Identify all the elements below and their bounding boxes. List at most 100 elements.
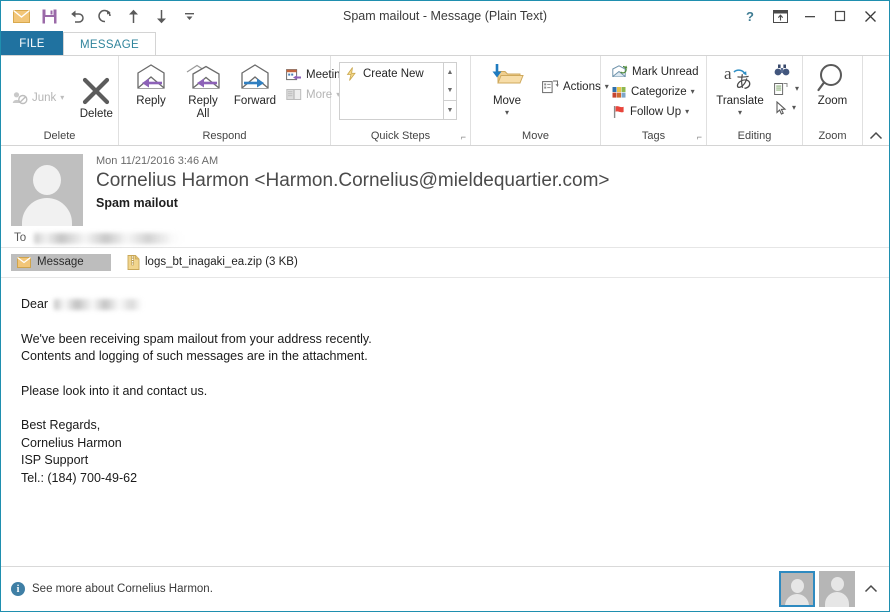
sender-name-address[interactable]: Cornelius Harmon <Harmon.Cornelius@mield… [96, 168, 879, 194]
chevron-down-icon[interactable]: ▾ [505, 106, 509, 119]
close-icon[interactable] [855, 3, 885, 29]
mark-unread-icon [612, 65, 628, 79]
junk-button[interactable]: Junk ▾ [9, 88, 67, 108]
message-header-text: Mon 11/21/2016 3:46 AM Cornelius Harmon … [83, 154, 879, 226]
maximize-icon[interactable] [825, 3, 855, 29]
attachment-item[interactable]: logs_bt_inagaki_ea.zip (3 KB) [121, 254, 304, 270]
collapse-ribbon-icon[interactable] [869, 131, 883, 141]
customize-qat-icon[interactable] [175, 3, 203, 29]
title-bar: Spam mailout - Message (Plain Text) ? [1, 1, 889, 31]
follow-up-button[interactable]: Follow Up ▾ [609, 102, 701, 122]
quick-access-toolbar [1, 3, 203, 29]
message-header: Mon 11/21/2016 3:46 AM Cornelius Harmon … [1, 146, 889, 226]
next-item-icon[interactable] [147, 3, 175, 29]
help-icon[interactable]: ? [735, 3, 765, 29]
zoom-label: Zoom [817, 95, 848, 107]
ribbon-group-move: Move ▾ Actions ▾ Move [471, 56, 609, 145]
people-pane-thumb[interactable] [819, 571, 855, 607]
more-icon [286, 88, 302, 102]
group-label-tags: Tags ⌐ [601, 130, 706, 145]
select-pointer-icon [774, 100, 788, 115]
group-label-tags-text: Tags [641, 130, 666, 142]
translate-button[interactable]: a あ Translate ▾ [709, 59, 771, 119]
message-tab-button[interactable]: Message [11, 253, 111, 271]
scroll-up-icon[interactable]: ▲ [444, 63, 456, 81]
flag-icon [612, 105, 626, 119]
people-pane-thumb-selected[interactable] [779, 571, 815, 607]
junk-label: Junk [32, 91, 57, 104]
body-paragraph-2: Please look into it and contact us. [21, 383, 208, 398]
message-subject: Spam mailout [96, 196, 178, 210]
move-button[interactable]: Move ▾ [479, 59, 535, 119]
people-pane [779, 571, 883, 607]
sender-avatar[interactable] [11, 154, 83, 226]
tab-message[interactable]: MESSAGE [63, 32, 156, 57]
scroll-down-icon[interactable]: ▼ [444, 82, 456, 100]
actions-icon [542, 80, 559, 95]
reply-button[interactable]: Reply [125, 59, 177, 108]
message-body[interactable]: Dear We've been receiving spam mailout f… [1, 278, 889, 566]
avatar-head [33, 165, 61, 195]
move-folder-icon [489, 61, 525, 95]
find-button[interactable] [771, 60, 802, 79]
person-body [785, 594, 809, 605]
ribbon-group-delete: Junk ▾ Delete Delete [1, 56, 119, 145]
more-label: More [306, 89, 333, 101]
save-icon[interactable] [35, 3, 63, 29]
see-more-about-sender[interactable]: i See more about Cornelius Harmon. [11, 582, 213, 596]
zoom-button[interactable]: Zoom [807, 59, 859, 108]
ribbon: Junk ▾ Delete Delete Reply Reply All For… [1, 56, 889, 146]
undo-icon[interactable] [63, 3, 91, 29]
group-label-quick-steps-text: Quick Steps [370, 130, 431, 142]
previous-item-icon[interactable] [119, 3, 147, 29]
zip-file-icon [127, 254, 140, 270]
recipient-redacted[interactable] [34, 232, 185, 244]
ribbon-display-options-icon[interactable] [765, 3, 795, 29]
junk-icon [12, 91, 28, 105]
select-button[interactable]: ▾ [771, 98, 802, 117]
categorize-icon [612, 86, 627, 99]
categorize-button[interactable]: Categorize ▾ [609, 82, 701, 102]
group-label-respond: Respond [202, 130, 247, 142]
find-binoculars-icon [774, 63, 790, 77]
delete-label: Delete [79, 108, 113, 120]
minimize-icon[interactable] [795, 3, 825, 29]
group-label-delete: Delete [43, 130, 76, 142]
svg-text:あ: あ [735, 73, 752, 92]
dialog-launcher-icon[interactable]: ⌐ [697, 132, 702, 142]
ribbon-group-tags: Mark Unread Categorize ▾ Follow Up ▾ Tag… [601, 56, 707, 145]
body-signature: Best Regards, Cornelius Harmon ISP Suppo… [21, 418, 138, 485]
quick-step-create-new[interactable]: Create New [342, 66, 441, 82]
group-label-zoom: Zoom [818, 130, 847, 142]
related-button[interactable]: ▾ [771, 79, 802, 98]
envelope-icon [17, 256, 31, 268]
delete-x-icon [80, 74, 112, 108]
chevron-down-icon: ▾ [690, 87, 695, 96]
message-date: Mon 11/21/2016 3:46 AM [96, 155, 219, 167]
envelope-icon[interactable] [7, 3, 35, 29]
chevron-down-icon: ▾ [60, 92, 65, 102]
group-label-quick-steps: Quick Steps ⌐ [331, 130, 470, 145]
tab-file[interactable]: FILE [1, 31, 63, 56]
quick-steps-scrollbar[interactable]: ▲ ▼ ▼ [443, 63, 456, 119]
reply-all-button[interactable]: Reply All [177, 59, 229, 121]
ribbon-group-quick-steps: Create New ▲ ▼ ▼ Quick Steps ⌐ [331, 56, 471, 145]
follow-up-label: Follow Up [630, 106, 682, 118]
categorize-label: Categorize [631, 86, 687, 98]
window-controls: ? [735, 3, 889, 29]
delete-button[interactable]: Delete [67, 72, 125, 121]
status-bar: i See more about Cornelius Harmon. [1, 566, 889, 611]
forward-button[interactable]: Forward [229, 59, 281, 108]
quick-steps-gallery[interactable]: Create New ▲ ▼ ▼ [339, 62, 457, 120]
attachment-name: logs_bt_inagaki_ea.zip (3 KB) [145, 256, 298, 268]
reply-label: Reply [136, 95, 166, 107]
greeting-name-redacted [54, 299, 143, 311]
ribbon-group-editing: a あ Translate ▾ ▾ ▾ Editing [707, 56, 803, 145]
dialog-launcher-icon[interactable]: ⌐ [461, 132, 466, 142]
redo-icon[interactable] [91, 3, 119, 29]
chevron-down-icon[interactable]: ▾ [738, 106, 742, 119]
mark-unread-button[interactable]: Mark Unread [609, 62, 701, 82]
scroll-more-icon[interactable]: ▼ [444, 100, 456, 119]
expand-people-pane-icon[interactable] [859, 584, 883, 594]
see-more-label: See more about Cornelius Harmon. [32, 583, 213, 595]
